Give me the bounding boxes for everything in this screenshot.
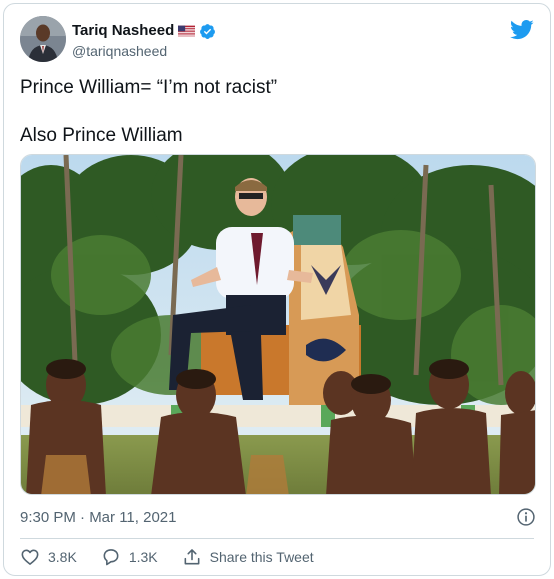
- tweet-media-photo[interactable]: [20, 154, 536, 495]
- photo-image: [21, 155, 535, 494]
- heart-icon: [21, 549, 39, 565]
- tweet-card: Tariq Nasheed @tariqnasheed Prince Willi…: [3, 3, 551, 576]
- tweet-actions: 3.8K 1.3K Share this Tweet: [20, 546, 338, 568]
- tweet-text: Prince William= “I’m not racist” Also Pr…: [20, 76, 530, 148]
- tweet-text-line-2: Also Prince William: [20, 125, 183, 146]
- verified-badge-icon: [200, 23, 216, 39]
- share-icon: [184, 549, 200, 565]
- reply-count: 1.3K: [128, 549, 158, 565]
- us-flag-icon: [178, 25, 196, 37]
- reply-bubble-icon: [103, 549, 119, 566]
- author-names: Tariq Nasheed @tariqnasheed: [72, 22, 216, 61]
- tweet-text-line-1: Prince William= “I’m not racist”: [20, 77, 278, 98]
- avatar-image: [20, 16, 66, 62]
- twitter-bird-icon[interactable]: [510, 20, 534, 40]
- author-avatar[interactable]: [20, 16, 66, 62]
- tweet-header: Tariq Nasheed @tariqnasheed: [20, 16, 534, 66]
- actions-divider: [20, 538, 534, 539]
- like-count: 3.8K: [48, 549, 77, 565]
- author-handle[interactable]: @tariqnasheed: [72, 41, 216, 61]
- like-button[interactable]: 3.8K: [20, 547, 77, 567]
- display-name-row: Tariq Nasheed: [72, 22, 216, 40]
- share-button[interactable]: Share this Tweet: [182, 547, 314, 567]
- share-label: Share this Tweet: [209, 549, 314, 565]
- reply-button[interactable]: 1.3K: [101, 547, 158, 567]
- author-display-name[interactable]: Tariq Nasheed: [72, 22, 174, 40]
- tweet-timestamp[interactable]: 9:30 PM · Mar 11, 2021: [20, 508, 176, 528]
- info-icon[interactable]: [516, 507, 536, 527]
